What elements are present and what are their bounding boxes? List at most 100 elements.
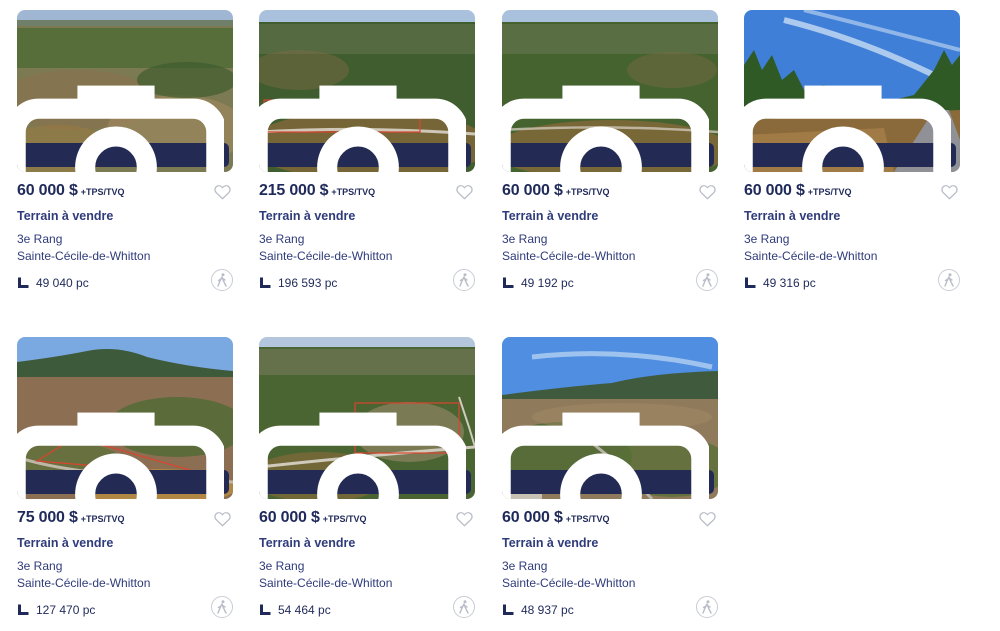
listing-card[interactable]: 7 60 000 $ +TPS/TVQ Terrain à vendre 3e … (502, 10, 718, 310)
walking-person-icon (217, 273, 227, 287)
price-row: 60 000 $ +TPS/TVQ (744, 182, 960, 204)
price: 60 000 $ (502, 182, 563, 199)
ruler-icon (18, 277, 29, 288)
ruler-icon (503, 604, 514, 615)
walk-score-button[interactable] (453, 596, 475, 618)
camera-icon (744, 85, 951, 172)
land-area: 48 937 pc (521, 603, 574, 617)
walk-score-button[interactable] (211, 269, 233, 291)
walk-score-button[interactable] (938, 269, 960, 291)
listing-city: Sainte-Cécile-de-Whitton (17, 249, 151, 263)
walking-person-icon (944, 273, 954, 287)
price: 60 000 $ (744, 182, 805, 199)
tax-note: +TPS/TVQ (807, 187, 852, 197)
heart-icon[interactable] (214, 511, 231, 527)
price-row: 75 000 $ +TPS/TVQ (17, 509, 233, 531)
listing-street: 3e Rang (502, 232, 548, 246)
listing-street: 3e Rang (259, 559, 305, 573)
listing-card[interactable]: 7 60 000 $ +TPS/TVQ Terrain à vendre 3e … (744, 10, 960, 310)
listing-city: Sainte-Cécile-de-Whitton (502, 249, 636, 263)
camera-icon (17, 85, 224, 172)
tax-note: +TPS/TVQ (565, 187, 610, 197)
tax-note: +TPS/TVQ (80, 187, 125, 197)
photo-count-badge: 7 (744, 85, 956, 172)
walking-person-icon (459, 273, 469, 287)
ruler-icon (18, 604, 29, 615)
price-row: 60 000 $ +TPS/TVQ (502, 509, 718, 531)
walking-person-icon (459, 600, 469, 614)
heart-icon[interactable] (699, 511, 716, 527)
heart-icon[interactable] (214, 184, 231, 200)
listing-type: Terrain à vendre (17, 536, 114, 550)
listing-type: Terrain à vendre (744, 209, 841, 223)
walking-person-icon (702, 600, 712, 614)
walk-score-button[interactable] (211, 596, 233, 618)
price: 60 000 $ (259, 509, 320, 526)
land-area: 49 040 pc (36, 276, 89, 290)
heart-icon[interactable] (456, 184, 473, 200)
tax-note: +TPS/TVQ (322, 514, 367, 524)
ruler-icon (745, 277, 756, 288)
photo-count-badge: 8 (17, 85, 229, 172)
tax-note: +TPS/TVQ (80, 514, 125, 524)
photo-count-badge: 7 (502, 85, 714, 172)
ruler-icon (260, 277, 271, 288)
land-area: 54 464 pc (278, 603, 331, 617)
listing-photo[interactable]: 7 (259, 10, 475, 172)
listing-city: Sainte-Cécile-de-Whitton (744, 249, 878, 263)
walking-person-icon (702, 273, 712, 287)
price-row: 60 000 $ +TPS/TVQ (502, 182, 718, 204)
listing-card[interactable]: 7 60 000 $ +TPS/TVQ Terrain à vendre 3e … (259, 337, 475, 631)
listing-photo[interactable]: 6 (502, 337, 718, 499)
walk-score-button[interactable] (696, 269, 718, 291)
heart-icon[interactable] (456, 511, 473, 527)
area-row: 196 593 pc (259, 274, 337, 292)
photo-count-badge: 7 (259, 85, 471, 172)
photo-count-badge: 7 (259, 412, 471, 499)
area-row: 49 040 pc (17, 274, 89, 292)
heart-icon[interactable] (699, 184, 716, 200)
listing-photo[interactable]: 10 (17, 337, 233, 499)
listing-street: 3e Rang (502, 559, 548, 573)
price-row: 60 000 $ +TPS/TVQ (17, 182, 233, 204)
listing-photo[interactable]: 7 (744, 10, 960, 172)
ruler-icon (503, 277, 514, 288)
listing-card[interactable]: 10 75 000 $ +TPS/TVQ Terrain à vendre 3e… (17, 337, 233, 631)
walk-score-button[interactable] (696, 596, 718, 618)
tax-note: +TPS/TVQ (565, 514, 610, 524)
price: 60 000 $ (502, 509, 563, 526)
tax-note: +TPS/TVQ (331, 187, 376, 197)
land-area: 127 470 pc (36, 603, 96, 617)
heart-icon[interactable] (941, 184, 958, 200)
photo-count-badge: 6 (502, 412, 714, 499)
photo-count-badge: 10 (17, 412, 229, 499)
listing-photo[interactable]: 7 (502, 10, 718, 172)
walk-score-button[interactable] (453, 269, 475, 291)
price: 60 000 $ (17, 182, 78, 199)
area-row: 49 192 pc (502, 274, 574, 292)
listing-city: Sainte-Cécile-de-Whitton (259, 249, 393, 263)
camera-icon (502, 85, 709, 172)
area-row: 49 316 pc (744, 274, 816, 292)
listing-card[interactable]: 6 60 000 $ +TPS/TVQ Terrain à vendre 3e … (502, 337, 718, 631)
ruler-icon (260, 604, 271, 615)
area-row: 48 937 pc (502, 601, 574, 619)
land-area: 49 192 pc (521, 276, 574, 290)
land-area: 49 316 pc (763, 276, 816, 290)
listing-card[interactable]: 7 215 000 $ +TPS/TVQ Terrain à vendre 3e… (259, 10, 475, 310)
camera-icon (259, 85, 466, 172)
listing-type: Terrain à vendre (17, 209, 114, 223)
price: 215 000 $ (259, 182, 329, 199)
listing-type: Terrain à vendre (502, 209, 599, 223)
listing-street: 3e Rang (17, 232, 63, 246)
price-row: 60 000 $ +TPS/TVQ (259, 509, 475, 531)
listing-city: Sainte-Cécile-de-Whitton (502, 576, 636, 590)
camera-icon (259, 412, 466, 499)
listing-card[interactable]: 8 60 000 $ +TPS/TVQ Terrain à vendre 3e … (17, 10, 233, 310)
listing-street: 3e Rang (17, 559, 63, 573)
listing-street: 3e Rang (259, 232, 305, 246)
camera-icon (17, 412, 224, 499)
listing-photo[interactable]: 8 (17, 10, 233, 172)
listing-type: Terrain à vendre (259, 209, 356, 223)
listing-photo[interactable]: 7 (259, 337, 475, 499)
